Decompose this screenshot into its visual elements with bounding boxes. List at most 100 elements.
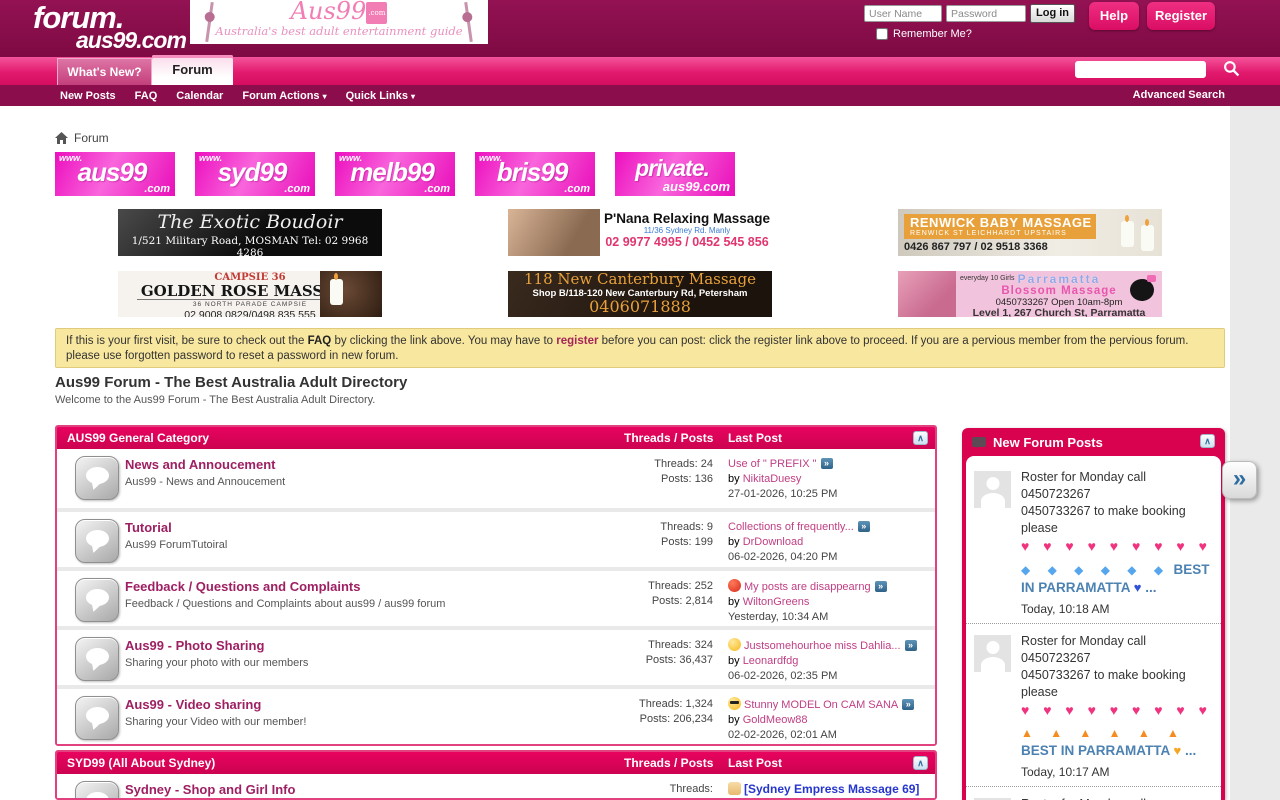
last-post-user[interactable]: GoldMeow88: [743, 714, 808, 726]
last-post-link[interactable]: Justsomehourhoe miss Dahlia...: [744, 640, 901, 652]
register-link[interactable]: register: [556, 335, 598, 347]
category-syd99: SYD99 (All About Sydney) Threads / Posts…: [55, 750, 937, 800]
goto-last-post-icon[interactable]: »: [858, 521, 870, 532]
logo-syd99[interactable]: www. syd99 .com: [195, 152, 315, 196]
forum-title[interactable]: Aus99 - Video sharing: [125, 697, 261, 712]
collapse-button[interactable]: ∧: [1200, 434, 1215, 448]
goto-last-post-icon[interactable]: »: [905, 640, 917, 651]
remember-me[interactable]: Remember Me?: [876, 28, 972, 40]
forum-row-video-sharing: Aus99 - Video sharing Sharing your Video…: [57, 685, 935, 744]
speech-bubble-icon: [972, 437, 986, 447]
logo-melb99[interactable]: www. melb99 .com: [335, 152, 455, 196]
last-post-user[interactable]: DrDownload: [743, 536, 804, 548]
last-post-user[interactable]: Leonardfdg: [743, 655, 799, 667]
forum-row-feedback: Feedback / Questions and Complaints Feed…: [57, 567, 935, 626]
posts-count: Posts: 206,234: [553, 712, 713, 727]
register-button[interactable]: Register: [1147, 2, 1215, 30]
forum-title[interactable]: Tutorial: [125, 520, 172, 535]
collapse-button[interactable]: ∧: [913, 756, 928, 770]
forum-row-sydney-shop: Sydney - Shop and Girl Info Talk about S…: [57, 774, 935, 800]
sidebar-expand-button[interactable]: »: [1222, 461, 1257, 499]
forum-title[interactable]: News and Annoucement: [125, 457, 275, 472]
goto-last-post-icon[interactable]: »: [902, 699, 914, 710]
sidebar-post-link[interactable]: Roster for Monday call 0450723267 045073…: [1021, 796, 1213, 800]
last-post-link[interactable]: [Sydney Empress Massage 69]: [744, 782, 919, 796]
sidebar-title: New Forum Posts: [993, 435, 1103, 450]
posts-count: Posts: 36,437: [553, 653, 713, 668]
header-banner-ad[interactable]: Aus99.com Australia's best adult enterta…: [190, 0, 488, 44]
category-header: AUS99 General Category Threads / Posts L…: [57, 427, 935, 449]
logo-private-aus99[interactable]: private. aus99.com: [615, 152, 735, 196]
forum-title[interactable]: Feedback / Questions and Complaints: [125, 579, 361, 594]
help-button[interactable]: Help: [1089, 2, 1139, 30]
goto-last-post-icon[interactable]: »: [821, 458, 833, 469]
breadcrumb-forum[interactable]: Forum: [74, 131, 109, 145]
category-title[interactable]: SYD99 (All About Sydney): [67, 756, 215, 770]
col-threads-posts: Threads / Posts: [624, 427, 713, 449]
threads-label: Threads:: [553, 782, 713, 797]
threads-count: Threads: 24: [553, 457, 713, 472]
sidebar-post-link[interactable]: Roster for Monday call 0450723267 045073…: [1021, 469, 1213, 597]
nav-quick-links[interactable]: Quick Links▾: [346, 90, 415, 102]
last-post-user[interactable]: WiltonGreens: [743, 596, 810, 608]
avatar[interactable]: [974, 471, 1011, 508]
search-button[interactable]: [1221, 60, 1241, 80]
col-last-post: Last Post: [728, 752, 782, 774]
category-title[interactable]: AUS99 General Category: [67, 431, 209, 445]
tab-whats-new[interactable]: What's New?: [57, 58, 152, 85]
forum-bubble-icon: [75, 637, 119, 681]
search-input[interactable]: [1075, 61, 1206, 78]
nav-faq[interactable]: FAQ: [135, 90, 158, 102]
nav-new-posts[interactable]: New Posts: [60, 90, 116, 102]
goto-last-post-icon[interactable]: »: [875, 581, 887, 592]
username-input[interactable]: [864, 5, 942, 22]
forum-bubble-icon: [75, 578, 119, 622]
ad-renwick-baby-massage[interactable]: RENWICK BABY MASSAGE RENWICK ST LEICHHAR…: [898, 209, 1162, 256]
remember-me-checkbox[interactable]: [876, 28, 888, 40]
logo-bris99[interactable]: www. bris99 .com: [475, 152, 595, 196]
last-post-date: 06-02-2026, 04:20 PM: [728, 550, 933, 565]
sidebar-body: Roster for Monday call 0450723267 045073…: [966, 456, 1221, 800]
nav-forum-actions[interactable]: Forum Actions▾: [242, 90, 326, 102]
nav-calendar[interactable]: Calendar: [176, 90, 223, 102]
last-post-link[interactable]: Stunny MODEL On CAM SANA: [744, 699, 898, 711]
chevron-down-icon: ▾: [323, 92, 327, 101]
forum-bubble-icon: [75, 519, 119, 563]
collapse-button[interactable]: ∧: [913, 431, 928, 445]
forum-bubble-icon: [75, 696, 119, 740]
ad-exotic-boudoir[interactable]: The Exotic Boudoir 1/521 Military Road, …: [118, 209, 382, 256]
last-post-date: 27-01-2026, 10:25 PM: [728, 487, 933, 502]
password-input[interactable]: [946, 5, 1026, 22]
last-post-user[interactable]: NikitaDuesy: [743, 473, 802, 485]
tab-forum[interactable]: Forum: [152, 55, 233, 85]
page-subtitle: Welcome to the Aus99 Forum - The Best Au…: [55, 394, 375, 406]
ad-pnana-massage[interactable]: P'Nana Relaxing Massage 11/36 Sydney Rd.…: [508, 209, 772, 256]
ad-blossom-massage[interactable]: everyday 10 Girls Parramatta Blossom Mas…: [898, 271, 1162, 317]
last-post-link[interactable]: Collections of frequently...: [728, 521, 854, 533]
ad-golden-rose-massage[interactable]: CAMPSIE 36 GOLDEN ROSE MASSAGE 36 NORTH …: [118, 271, 382, 317]
ad-118-canterbury-massage[interactable]: 118 New Canterbury Massage Shop B/118-12…: [508, 271, 772, 317]
last-post-date: 02-02-2026, 02:01 AM: [728, 728, 933, 743]
ad-photo: [320, 271, 382, 317]
advanced-search-link[interactable]: Advanced Search: [1133, 85, 1225, 106]
logo-aus99[interactable]: www. aus99 .com: [55, 152, 175, 196]
sidebar-post-link[interactable]: Roster for Monday call 0450723267 045073…: [1021, 633, 1213, 760]
site-logo-domain[interactable]: aus99.com: [76, 27, 186, 54]
faq-link[interactable]: FAQ: [308, 335, 332, 347]
forum-title[interactable]: Aus99 - Photo Sharing: [125, 638, 264, 653]
avatar[interactable]: [974, 635, 1011, 672]
page-title: Aus99 Forum - The Best Australia Adult D…: [55, 374, 407, 391]
last-post-link[interactable]: Use of " PREFIX ": [728, 458, 817, 470]
last-post-date: Yesterday, 10:34 AM: [728, 610, 933, 625]
thumbs-up-icon: [728, 782, 741, 795]
forum-title[interactable]: Sydney - Shop and Girl Info: [125, 782, 295, 797]
home-icon[interactable]: [55, 132, 68, 144]
forum-desc: Aus99 - News and Annoucement: [125, 476, 285, 488]
sidebar-post: Roster for Monday call 0450723267 045073…: [966, 460, 1221, 623]
search-icon: [1223, 60, 1240, 77]
sidebar-header: New Forum Posts ∧: [966, 428, 1221, 456]
blue-heart-icon: ♥: [1134, 580, 1142, 595]
last-post-link[interactable]: My posts are disappearng: [744, 581, 871, 593]
login-button[interactable]: Log in: [1030, 4, 1075, 23]
candle-graphic: [1121, 221, 1134, 247]
